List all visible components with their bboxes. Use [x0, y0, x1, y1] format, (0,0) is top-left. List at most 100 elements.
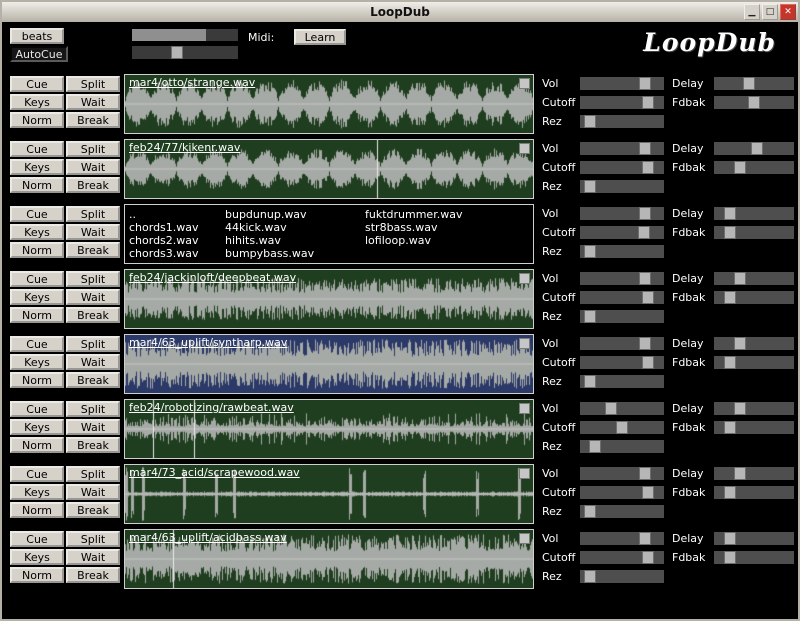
- cue-button[interactable]: Cue: [10, 206, 64, 222]
- vol-slider[interactable]: [580, 402, 664, 415]
- fdbak-slider[interactable]: [714, 356, 794, 369]
- fdbak-slider-handle[interactable]: [724, 291, 736, 304]
- vol-slider[interactable]: [580, 77, 664, 90]
- file-item[interactable]: chords3.wav: [129, 247, 225, 260]
- break-button[interactable]: Break: [66, 372, 120, 388]
- file-item[interactable]: ..: [129, 208, 225, 221]
- waveform-display[interactable]: mar4/otto/strange.wav: [124, 74, 534, 134]
- break-button[interactable]: Break: [66, 177, 120, 193]
- delay-slider[interactable]: [714, 467, 794, 480]
- delay-slider[interactable]: [714, 142, 794, 155]
- rez-slider-handle[interactable]: [584, 180, 596, 193]
- wait-button[interactable]: Wait: [66, 289, 120, 305]
- vol-slider-handle[interactable]: [605, 402, 617, 415]
- keys-button[interactable]: Keys: [10, 354, 64, 370]
- cutoff-slider[interactable]: [580, 96, 664, 109]
- waveform-display[interactable]: mar4/63_uplift/syntharp.wav: [124, 334, 534, 394]
- cue-button[interactable]: Cue: [10, 401, 64, 417]
- split-button[interactable]: Split: [66, 76, 120, 92]
- file-item[interactable]: bupdunup.wav: [225, 208, 365, 221]
- norm-button[interactable]: Norm: [10, 307, 64, 323]
- vol-slider[interactable]: [580, 142, 664, 155]
- cue-button[interactable]: Cue: [10, 141, 64, 157]
- rez-slider-handle[interactable]: [589, 440, 601, 453]
- delay-slider[interactable]: [714, 207, 794, 220]
- cue-button[interactable]: Cue: [10, 336, 64, 352]
- loop-checkbox[interactable]: [519, 468, 530, 479]
- cutoff-slider[interactable]: [580, 226, 664, 239]
- close-button[interactable]: ✕: [780, 4, 796, 20]
- waveform-display[interactable]: mar4/73_acid/scrapewood.wav: [124, 464, 534, 524]
- delay-slider[interactable]: [714, 272, 794, 285]
- rez-slider[interactable]: [580, 310, 664, 323]
- cutoff-slider-handle[interactable]: [638, 226, 650, 239]
- delay-slider[interactable]: [714, 532, 794, 545]
- break-button[interactable]: Break: [66, 307, 120, 323]
- loop-checkbox[interactable]: [519, 78, 530, 89]
- cutoff-slider-handle[interactable]: [642, 291, 654, 304]
- fdbak-slider[interactable]: [714, 226, 794, 239]
- split-button[interactable]: Split: [66, 271, 120, 287]
- split-button[interactable]: Split: [66, 531, 120, 547]
- keys-button[interactable]: Keys: [10, 419, 64, 435]
- norm-button[interactable]: Norm: [10, 372, 64, 388]
- fdbak-slider-handle[interactable]: [724, 486, 736, 499]
- vol-slider-handle[interactable]: [639, 532, 651, 545]
- wait-button[interactable]: Wait: [66, 354, 120, 370]
- cue-button[interactable]: Cue: [10, 76, 64, 92]
- split-button[interactable]: Split: [66, 206, 120, 222]
- fdbak-slider-handle[interactable]: [724, 226, 736, 239]
- rez-slider-handle[interactable]: [584, 245, 596, 258]
- vol-slider-handle[interactable]: [639, 272, 651, 285]
- waveform-display[interactable]: feb24/jackinloft/deepbeat.wav: [124, 269, 534, 329]
- fdbak-slider[interactable]: [714, 486, 794, 499]
- file-item[interactable]: chords1.wav: [129, 221, 225, 234]
- maximize-button[interactable]: □: [762, 4, 778, 20]
- cue-button[interactable]: Cue: [10, 531, 64, 547]
- file-item[interactable]: str8bass.wav: [365, 221, 529, 234]
- keys-button[interactable]: Keys: [10, 484, 64, 500]
- waveform-display[interactable]: feb24/77/kikenr.wav: [124, 139, 534, 199]
- fdbak-slider[interactable]: [714, 291, 794, 304]
- loop-checkbox[interactable]: [519, 273, 530, 284]
- loop-checkbox[interactable]: [519, 403, 530, 414]
- fdbak-slider-handle[interactable]: [724, 421, 736, 434]
- break-button[interactable]: Break: [66, 242, 120, 258]
- vol-slider[interactable]: [580, 467, 664, 480]
- wait-button[interactable]: Wait: [66, 484, 120, 500]
- file-item[interactable]: hihits.wav: [225, 234, 365, 247]
- break-button[interactable]: Break: [66, 437, 120, 453]
- rez-slider[interactable]: [580, 115, 664, 128]
- fdbak-slider[interactable]: [714, 96, 794, 109]
- delay-slider-handle[interactable]: [751, 142, 763, 155]
- keys-button[interactable]: Keys: [10, 224, 64, 240]
- split-button[interactable]: Split: [66, 466, 120, 482]
- delay-slider[interactable]: [714, 77, 794, 90]
- rez-slider[interactable]: [580, 375, 664, 388]
- beats-button[interactable]: beats: [10, 28, 64, 44]
- delay-slider-handle[interactable]: [743, 77, 755, 90]
- cutoff-slider-handle[interactable]: [642, 356, 654, 369]
- cutoff-slider-handle[interactable]: [642, 161, 654, 174]
- delay-slider[interactable]: [714, 402, 794, 415]
- rez-slider-handle[interactable]: [584, 570, 596, 583]
- norm-button[interactable]: Norm: [10, 437, 64, 453]
- tempo-slider[interactable]: [132, 46, 238, 59]
- keys-button[interactable]: Keys: [10, 94, 64, 110]
- vol-slider-handle[interactable]: [639, 142, 651, 155]
- loop-checkbox[interactable]: [519, 533, 530, 544]
- vol-slider-handle[interactable]: [639, 207, 651, 220]
- delay-slider-handle[interactable]: [734, 467, 746, 480]
- break-button[interactable]: Break: [66, 567, 120, 583]
- fdbak-slider[interactable]: [714, 421, 794, 434]
- split-button[interactable]: Split: [66, 336, 120, 352]
- fdbak-slider-handle[interactable]: [724, 551, 736, 564]
- loop-checkbox[interactable]: [519, 143, 530, 154]
- keys-button[interactable]: Keys: [10, 549, 64, 565]
- autocue-toggle[interactable]: AutoCue: [10, 46, 68, 62]
- norm-button[interactable]: Norm: [10, 112, 64, 128]
- cutoff-slider-handle[interactable]: [642, 486, 654, 499]
- rez-slider-handle[interactable]: [584, 115, 596, 128]
- delay-slider-handle[interactable]: [724, 532, 736, 545]
- delay-slider[interactable]: [714, 337, 794, 350]
